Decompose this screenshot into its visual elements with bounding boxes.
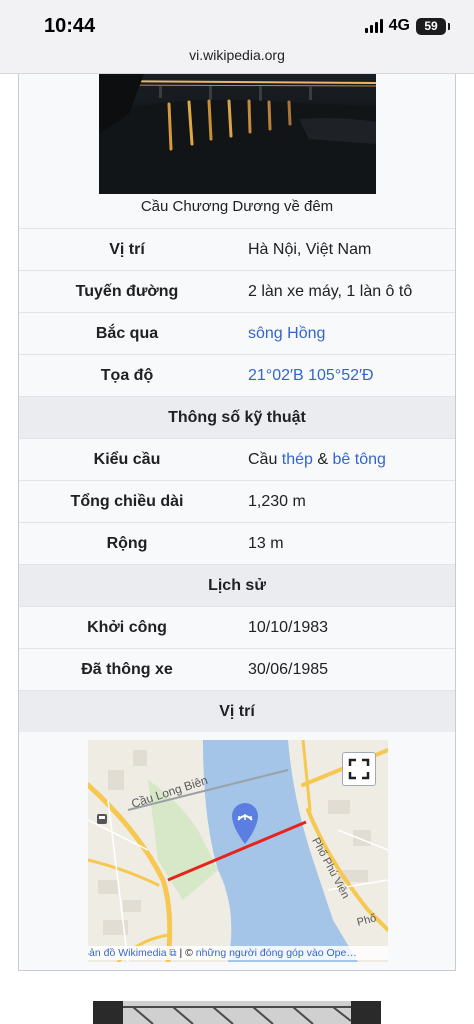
row-value: Hà Nội, Việt Nam: [248, 240, 372, 258]
row-width: Rộng 13 m: [19, 522, 455, 564]
row-value: 1,230 m: [248, 492, 306, 510]
location-map[interactable]: Cầu Long Biên Phố Phú Viên Phố Bản đồ Wi…: [88, 740, 388, 962]
row-value: 21°02′B 105°52′Đ: [235, 367, 374, 385]
row-value: 2 làn xe máy, 1 làn ô tô: [248, 282, 413, 300]
row-coordinates: Tọa độ 21°02′B 105°52′Đ: [19, 354, 455, 396]
row-label: Khởi công: [87, 618, 167, 636]
bridge-night-photo[interactable]: [99, 74, 376, 194]
fullscreen-icon: [348, 758, 370, 780]
row-label: Đã thông xe: [81, 660, 173, 678]
map-fullscreen-button[interactable]: [342, 752, 376, 786]
concrete-link[interactable]: bê tông: [333, 451, 386, 468]
cellular-signal-icon: [364, 19, 383, 33]
external-link-icon: ⧉: [166, 948, 177, 959]
row-label: Kiểu cầu: [93, 450, 161, 468]
next-article-image[interactable]: [93, 1001, 381, 1024]
section-header-location: Vị trí: [19, 690, 455, 732]
osm-contributors-link[interactable]: những người đóng góp vào Ope…: [196, 947, 357, 959]
row-value: sông Hồng: [235, 325, 325, 343]
bridge-type-prefix: Cầu: [248, 450, 282, 468]
attribution-separator: | ©: [176, 947, 196, 959]
wikimedia-maps-link[interactable]: Bản đồ Wikimedia: [88, 947, 167, 959]
coordinates-link[interactable]: 21°02′B 105°52′Đ: [248, 367, 374, 384]
row-value: Cầu thép & bê tông: [235, 451, 386, 469]
battery-level: 59: [424, 19, 438, 33]
address-bar-url[interactable]: vi.wikipedia.org: [0, 47, 474, 63]
row-total-length: Tổng chiều dài 1,230 m: [19, 480, 455, 522]
row-label: Vị trí: [109, 240, 145, 258]
row-route: Tuyến đường 2 làn xe máy, 1 làn ô tô: [19, 270, 455, 312]
status-time: 10:44: [44, 15, 96, 37]
row-label: Tuyến đường: [75, 282, 179, 300]
image-caption: Cầu Chương Dương về đêm: [140, 198, 334, 215]
row-value: 13 m: [248, 534, 284, 552]
row-value: 30/06/1985: [248, 660, 329, 678]
steel-link[interactable]: thép: [282, 451, 313, 468]
battery-icon: 59: [416, 17, 450, 35]
row-label: Bắc qua: [95, 324, 159, 342]
row-value: 10/10/1983: [248, 618, 329, 636]
row-crosses: Bắc qua sông Hồng: [19, 312, 455, 354]
map-attribution: Bản đồ Wikimedia ⧉ | © những người đóng …: [88, 946, 388, 960]
row-label: Tổng chiều dài: [70, 492, 184, 510]
browser-top-bar: 10:44 4G 59 vi.wikipedia.org: [0, 0, 474, 74]
status-indicators: 4G 59: [364, 17, 450, 35]
row-label: Rộng: [106, 534, 148, 552]
section-header-specs: Thông số kỹ thuật: [19, 396, 455, 438]
bridge-type-separator: &: [312, 450, 333, 468]
red-river-link[interactable]: sông Hồng: [248, 325, 325, 342]
section-header-history: Lịch sử: [19, 564, 455, 606]
row-bridge-type: Kiểu cầu Cầu thép & bê tông: [19, 438, 455, 480]
row-opened: Đã thông xe 30/06/1985: [19, 648, 455, 690]
network-type: 4G: [388, 17, 410, 34]
row-label: Tọa độ: [100, 366, 154, 384]
tram-icon: [97, 814, 107, 824]
row-construction-start: Khởi công 10/10/1983: [19, 606, 455, 648]
infobox: Cầu Chương Dương về đêm Vị trí Hà Nội, V…: [18, 74, 456, 971]
row-location: Vị trí Hà Nội, Việt Nam: [19, 228, 455, 270]
